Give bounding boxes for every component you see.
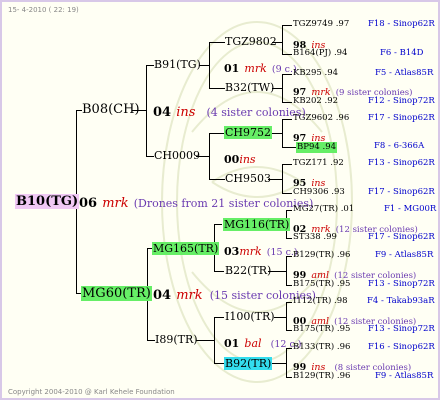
mg165-generation: 03mrk (15 c.) (224, 245, 298, 258)
ancestor-row: B129(TR) .96 (293, 371, 351, 381)
ancestor-row-highlight: BP94 .94 (296, 142, 338, 153)
queen-i89[interactable]: I89(TR) (155, 334, 198, 345)
ancestor-row: KB295 .94 (293, 68, 339, 78)
breeder-line: F5 - Atlas85R (375, 68, 434, 78)
breeder-line: F9 - Atlas85R (375, 371, 434, 381)
breeder-line: F17 - Sinop62R (368, 113, 435, 123)
ancestor-row: B175(TR) .95 (293, 279, 351, 289)
breeder-line: F12 - Sinop72R (368, 96, 435, 106)
breeder-line: F13 - Sinop72R (368, 279, 435, 289)
ancestor-row: KB202 .92 (293, 96, 339, 106)
ancestor-row: CH9306 .93 (293, 187, 345, 197)
ancestor-row: ST338 .99 (293, 232, 337, 242)
paternal-gen-number: 04 (153, 105, 172, 120)
root-gen-kind: mrk (102, 196, 129, 211)
paternal-generation: 04 ins (4 sister colonies) (153, 103, 306, 119)
queen-i100[interactable]: I100(TR) (225, 311, 275, 322)
b91-generation: 01 mrk (9 c.) (224, 62, 297, 75)
maternal-generation: 04 mrk (15 sister colonies) (153, 288, 316, 303)
breeder-line: F1 - MG00R (384, 204, 437, 214)
breeder-line: F16 - Sinop62R (368, 342, 435, 352)
queen-tgz9802[interactable]: TGZ9802 (225, 36, 277, 47)
breeder-line: F13 - Sinop62R (368, 158, 435, 168)
ancestor-row: B129(TR) .96 (293, 250, 351, 260)
breeder-line: F18 - Sinop62R (368, 19, 435, 29)
ch0009-generation: 00ins (224, 153, 256, 166)
breeder-line: F9 - Atlas85R (375, 250, 434, 260)
ancestor-row: B164(PJ) .94 (293, 48, 348, 58)
ancestor-row: TGZ171 .92 (293, 158, 344, 168)
timestamp: 15- 4-2010 ( 22: 19) (8, 6, 79, 14)
maternal-queen[interactable]: MG60(TR) (81, 286, 152, 301)
queen-ch0009[interactable]: CH0009 (154, 150, 200, 161)
breeder-line: F13 - Sinop72R (368, 324, 435, 334)
ancestor-row: I112(TR) .98 (293, 296, 348, 306)
copyright: Copyright 2004-2010 @ Karl Kehele Founda… (8, 388, 175, 396)
queen-b91[interactable]: B91(TG) (154, 59, 201, 70)
i89-generation: 01 bal (12 c.) (224, 337, 302, 350)
paternal-queen[interactable]: B08(CH) (82, 103, 140, 116)
paternal-gen-kind: ins (176, 105, 196, 120)
queen-b32[interactable]: B32(TW) (225, 82, 274, 93)
root-note: (Drones from 21 sister colonies) (133, 197, 314, 210)
ancestor-row: TGZ9749 .97 (293, 19, 350, 29)
ancestor-row: B133(TR) .96 (293, 342, 351, 352)
breeder-line: F17 - Sinop62R (368, 187, 435, 197)
breeder-line: F8 - 6-366A (374, 141, 425, 151)
root-gen-number: 06 (79, 196, 98, 211)
queen-b22[interactable]: B22(TR) (225, 265, 271, 276)
root-generation: 06 mrk (Drones from 21 sister colonies) (79, 194, 313, 210)
breeder-line: F17 - Sinop62R (368, 232, 435, 242)
breeder-line: F4 - Takab93aR (367, 296, 435, 306)
ancestor-row: MG27(TR) .01 (293, 204, 355, 214)
pedigree-frame: { "header": "15- 4-2010 ( 22: 19)", "foo… (0, 0, 440, 400)
queen-b92[interactable]: B92(TR) (224, 357, 273, 370)
paternal-note: (4 sister colonies) (206, 106, 306, 119)
ancestor-row: B175(TR) .95 (293, 324, 351, 334)
queen-ch9752[interactable]: CH9752 (224, 126, 273, 139)
queen-ch9503[interactable]: CH9503 (225, 173, 271, 184)
queen-mg165[interactable]: MG165(TR) (152, 242, 220, 255)
ancestor-row: TGZ9602 .96 (293, 113, 350, 123)
queen-mg116[interactable]: MG116(TR) (223, 218, 291, 231)
breeder-line: F6 - B14D (380, 48, 424, 58)
root-queen[interactable]: B10(TG) (15, 194, 80, 209)
